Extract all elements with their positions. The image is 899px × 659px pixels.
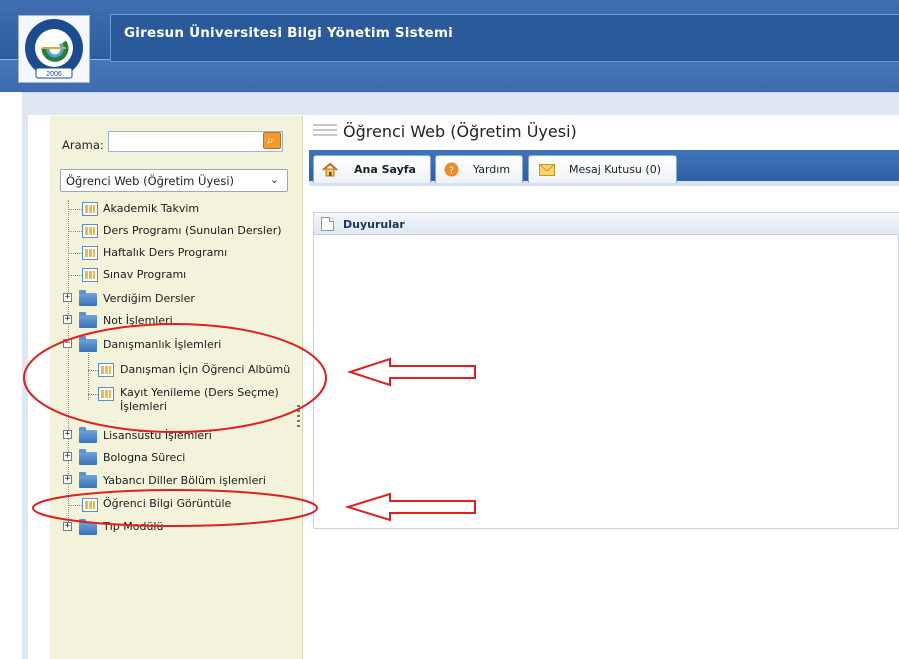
folder-icon: [79, 312, 97, 328]
tree-item-kayit-yenileme[interactable]: Kayıt Yenileme (Ders Seçme): [120, 386, 279, 399]
svg-text:?: ?: [449, 166, 454, 177]
sidebar-splitter-handle[interactable]: [297, 405, 300, 427]
logo-emblem-icon: 2006: [25, 19, 83, 79]
panel-title: Duyurular: [343, 218, 405, 231]
tree-item-sinav-programi[interactable]: Sınav Programı: [103, 268, 186, 281]
tree-item-haftalik-ders-programi[interactable]: Haftalık Ders Programı: [103, 246, 227, 259]
tree-item-danismanlik-islemleri[interactable]: Danışmanlık İşlemleri: [103, 338, 221, 351]
tab-label: Yardım: [473, 163, 511, 176]
search-icon: ⌕: [267, 133, 274, 147]
page-icon: [98, 363, 114, 377]
app-title: Giresun Üniversitesi Bilgi Yönetim Siste…: [124, 25, 453, 41]
module-select-value: Öğrenci Web (Öğretim Üyesi): [66, 174, 235, 188]
home-icon: [322, 162, 338, 177]
app-window: 2006 Giresun Üniversitesi Bilgi Yönetim …: [0, 0, 899, 659]
logo-year: 2006: [46, 71, 62, 78]
document-icon: [321, 217, 334, 231]
tree-item-verdigim-dersler[interactable]: Verdiğim Dersler: [103, 292, 195, 305]
tree-item-lisansustu-islemleri[interactable]: Lisansüstü İşlemleri: [103, 429, 212, 442]
collapse-minus-icon[interactable]: −: [63, 339, 72, 348]
page-icon: [82, 498, 98, 512]
search-input[interactable]: [108, 131, 283, 152]
folder-open-icon: [79, 336, 97, 352]
tree-connector-h: [88, 370, 98, 371]
tree-connector-sub: [88, 350, 89, 400]
tab-label: Mesaj Kutusu (0): [569, 163, 661, 176]
page-icon: [82, 224, 98, 238]
page-icon: [82, 246, 98, 260]
tree-connector-h: [68, 231, 82, 232]
tree-connector-h: [68, 275, 82, 276]
envelope-icon: [539, 164, 555, 176]
expand-plus-icon[interactable]: +: [63, 430, 72, 439]
tree-item-kayit-yenileme-line2[interactable]: İşlemleri: [120, 400, 167, 413]
chevron-down-icon: ⌄: [269, 173, 279, 186]
menu-lines-icon: [313, 124, 337, 138]
tree-connector-h: [88, 394, 98, 395]
folder-icon: [79, 427, 97, 443]
expand-plus-icon[interactable]: +: [63, 522, 72, 531]
tree-item-not-islemleri[interactable]: Not İşlemleri: [103, 314, 173, 327]
tree-item-ders-programi[interactable]: Ders Programı (Sunulan Dersler): [103, 224, 282, 237]
page-icon: [82, 202, 98, 216]
tab-yardim[interactable]: ? Yardım: [435, 155, 523, 183]
tree-item-bologna-sureci[interactable]: Bologna Süreci: [103, 451, 185, 464]
search-button[interactable]: ⌕: [263, 132, 281, 149]
folder-icon: [79, 519, 97, 535]
tree-connector-h: [68, 209, 82, 210]
tree-connector-h: [68, 253, 82, 254]
tree-item-tip-modulu[interactable]: Tıp Modülü: [103, 520, 163, 533]
module-select[interactable]: Öğrenci Web (Öğretim Üyesi) ⌄: [60, 169, 288, 192]
folder-icon: [79, 290, 97, 306]
page-icon: [98, 387, 114, 401]
page-title: Öğrenci Web (Öğretim Üyesi): [343, 122, 577, 141]
announcements-panel: Duyurular: [313, 212, 899, 529]
folder-icon: [79, 449, 97, 465]
page-icon: [82, 268, 98, 282]
tree-item-yabanci-diller[interactable]: Yabancı Diller Bölüm işlemleri: [103, 474, 266, 487]
folder-icon: [79, 472, 97, 488]
tree-connector-h: [68, 505, 82, 506]
tab-mesaj-kutusu[interactable]: Mesaj Kutusu (0): [528, 155, 677, 183]
tree-item-akademik-takvim[interactable]: Akademik Takvim: [103, 202, 199, 215]
tab-label: Ana Sayfa: [354, 163, 416, 176]
panel-header: Duyurular: [314, 213, 899, 235]
university-logo[interactable]: 2006: [18, 15, 90, 83]
search-label: Arama:: [62, 138, 104, 152]
tree-item-danisman-ogrenci-albumu[interactable]: Danışman İçin Öğrenci Albümü: [120, 363, 290, 376]
tree-item-ogrenci-bilgi-goruntule[interactable]: Öğrenci Bilgi Görüntüle: [103, 497, 231, 510]
expand-plus-icon[interactable]: +: [63, 315, 72, 324]
help-icon: ?: [444, 162, 459, 177]
expand-plus-icon[interactable]: +: [63, 475, 72, 484]
expand-plus-icon[interactable]: +: [63, 293, 72, 302]
tab-ana-sayfa[interactable]: Ana Sayfa: [313, 155, 431, 183]
expand-plus-icon[interactable]: +: [63, 452, 72, 461]
